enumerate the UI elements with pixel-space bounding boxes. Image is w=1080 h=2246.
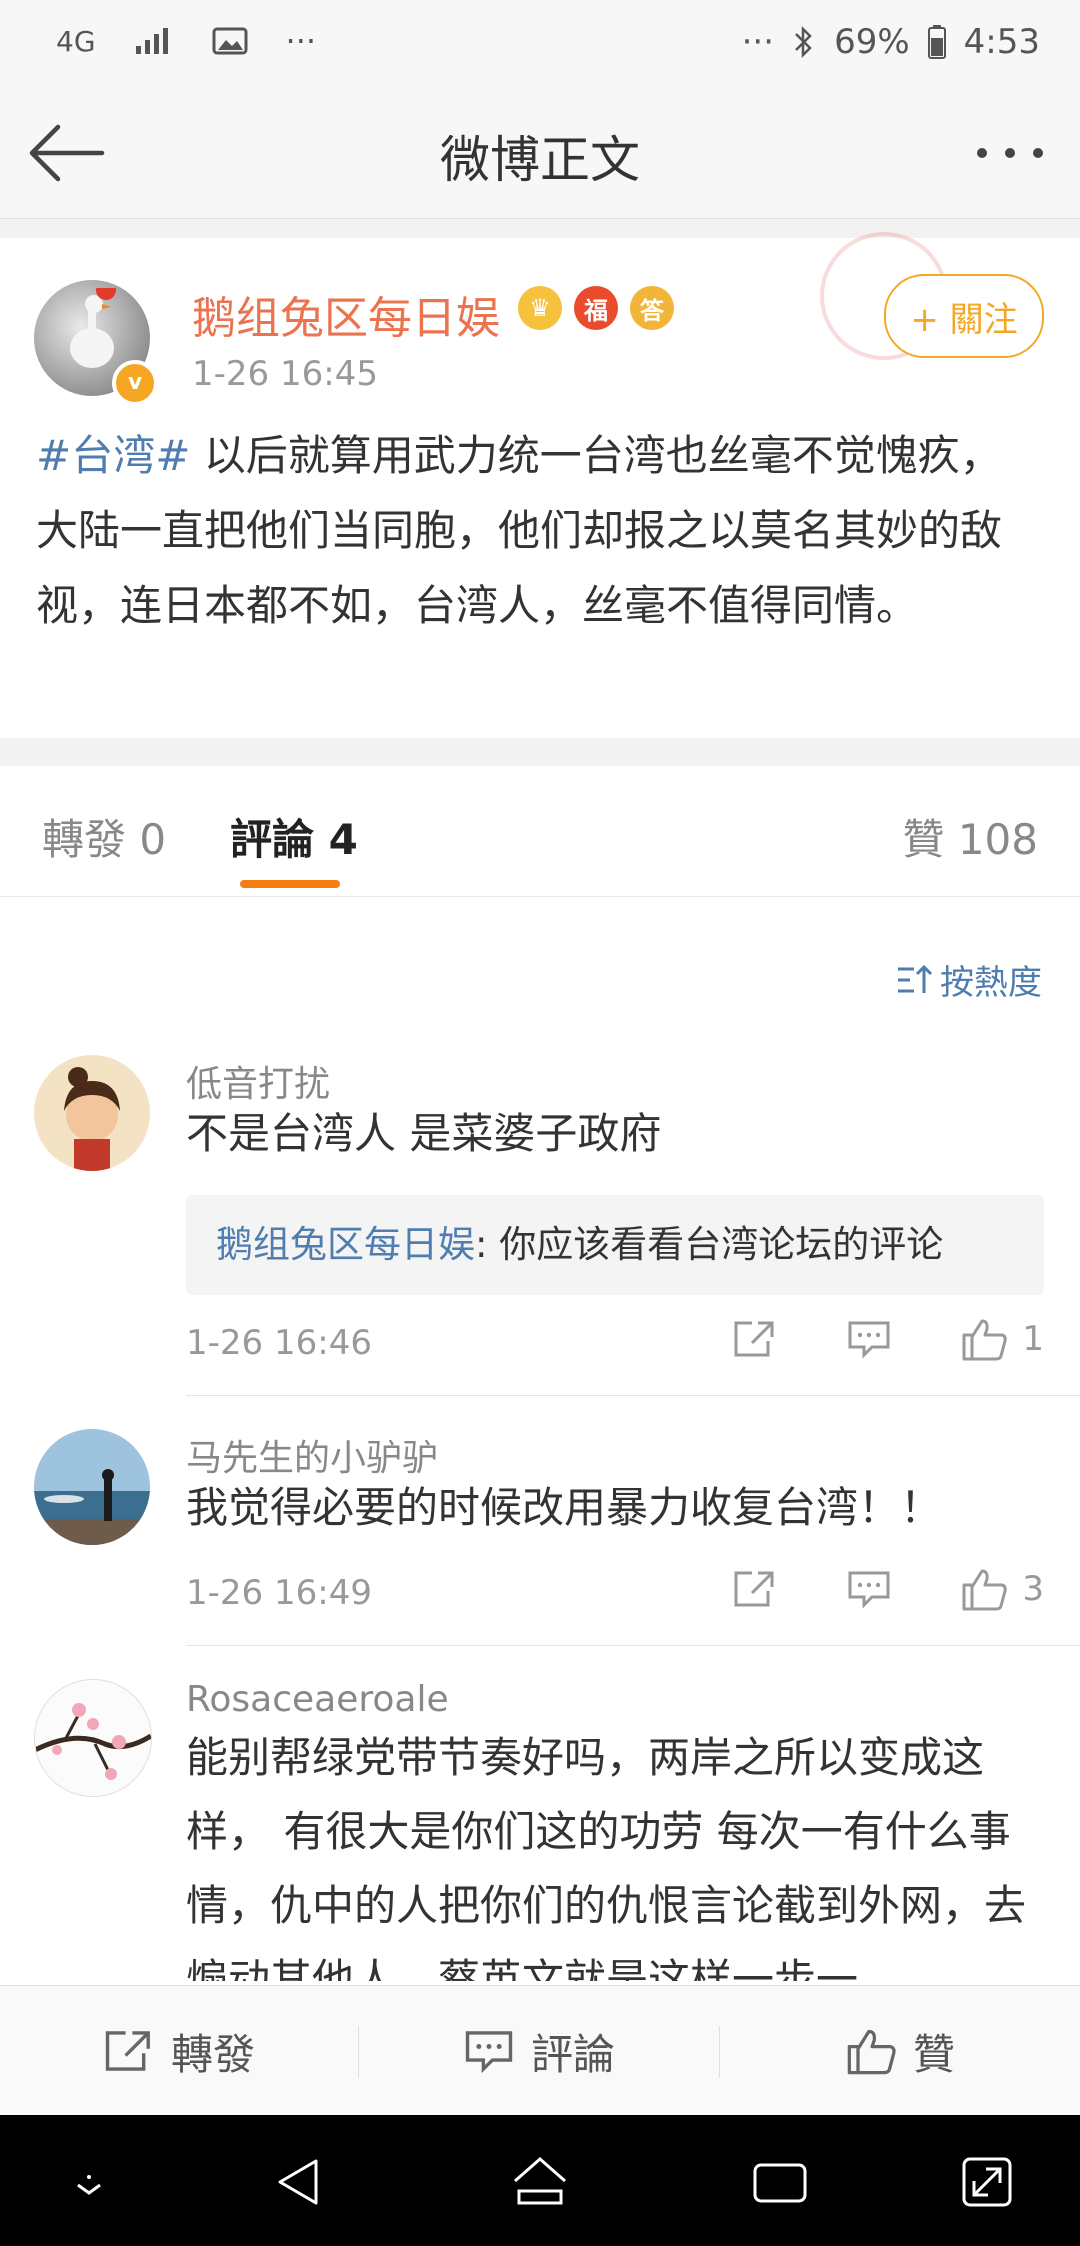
like-button[interactable]: 1 bbox=[960, 1317, 1044, 1361]
goose-icon bbox=[70, 288, 116, 368]
comment-divider bbox=[186, 1645, 1080, 1646]
comment-actions: 3 bbox=[732, 1567, 1044, 1611]
crown-badge-icon: ♛ bbox=[518, 286, 562, 330]
answer-badge-icon: 答 bbox=[630, 286, 674, 330]
nav-bar: 微博正文 bbox=[0, 88, 1080, 219]
sort-label: 按熱度 bbox=[940, 963, 1042, 1003]
notification-more-right: ··· bbox=[741, 22, 775, 62]
repost-label: 轉發 bbox=[170, 2029, 255, 2079]
verified-badge-icon: v bbox=[112, 360, 158, 406]
sort-button[interactable]: 按熱度 bbox=[896, 955, 1042, 1004]
like-post-button[interactable]: 贊 bbox=[720, 1986, 1080, 2116]
tab-like[interactable]: 贊 108 bbox=[902, 806, 1038, 867]
topic-link[interactable]: #台湾# bbox=[36, 431, 190, 480]
bottom-action-bar: 轉發 評論 贊 bbox=[0, 1985, 1080, 2116]
tab-repost[interactable]: 轉發 0 bbox=[42, 806, 166, 867]
comment-icon[interactable] bbox=[846, 1569, 892, 1609]
comment-time: 1-26 16:49 bbox=[186, 1573, 372, 1613]
thumbs-up-icon bbox=[962, 1569, 1008, 1611]
hide-keyboard-icon[interactable] bbox=[54, 2147, 124, 2217]
recent-apps-icon[interactable] bbox=[745, 2147, 815, 2217]
comment-text: 不是台湾人 是菜婆子政府 bbox=[186, 1109, 662, 1158]
commenter-name[interactable]: Rosaceaeroale bbox=[186, 1679, 449, 1720]
notification-more: ··· bbox=[285, 22, 317, 60]
commenter-avatar[interactable] bbox=[34, 1429, 150, 1545]
battery-icon bbox=[927, 25, 946, 59]
system-navigation-bar bbox=[0, 2115, 1080, 2246]
reply-author[interactable]: 鹅组兔区每日娱 bbox=[216, 1223, 475, 1266]
comment-text: 我觉得必要的时候改用暴力收复台湾！！ bbox=[186, 1483, 943, 1532]
comment-divider bbox=[186, 1395, 1080, 1396]
like-button[interactable]: 3 bbox=[960, 1567, 1044, 1611]
comment-icon[interactable] bbox=[846, 1319, 892, 1359]
status-bar: 4G ··· ··· 69% 4:53 bbox=[0, 0, 1080, 88]
follow-label: + 關注 bbox=[910, 299, 1018, 340]
page-title: 微博正文 bbox=[440, 131, 640, 189]
comment-item: 马先生的小驴驴 我觉得必要的时候改用暴力收复台湾！！ 1-26 16:49 3 bbox=[0, 1429, 1080, 1659]
repost-button[interactable]: 轉發 bbox=[0, 1986, 358, 2116]
comment-button[interactable]: 評論 bbox=[359, 1986, 719, 2116]
bluetooth-icon bbox=[792, 24, 816, 60]
repost-icon bbox=[105, 2031, 150, 2071]
like-count: 1 bbox=[1022, 1319, 1044, 1359]
comment-text: 能别帮绿党带节奏好吗，两岸之所以变成这样， 有很大是你们这的功劳 每次一有什么事… bbox=[186, 1733, 1027, 1981]
reply-preview[interactable]: 鹅组兔区每日娱: 你应该看看台湾论坛的评论 bbox=[186, 1195, 1044, 1295]
commenter-avatar[interactable] bbox=[34, 1055, 150, 1171]
reply-text: : 你应该看看台湾论坛的评论 bbox=[475, 1223, 944, 1266]
comment-item: 低音打扰 不是台湾人 是菜婆子政府 鹅组兔区每日娱: 你应该看看台湾论坛的评论 … bbox=[0, 1055, 1080, 1396]
author-name[interactable]: 鹅组兔区每日娱 bbox=[192, 282, 500, 346]
expand-icon[interactable] bbox=[952, 2147, 1022, 2217]
share-icon[interactable] bbox=[732, 1569, 778, 1609]
comment-item: Rosaceaeroale 能别帮绿党带节奏好吗，两岸之所以变成这样， 有很大是… bbox=[0, 1679, 1080, 1999]
battery-level: 69% bbox=[834, 22, 910, 62]
user-badges: ♛ 福 答 bbox=[518, 286, 674, 330]
weibo-post: v 鹅组兔区每日娱 ♛ 福 答 1-26 16:45 + 關注 #台湾# 以后就… bbox=[0, 232, 1080, 738]
post-time: 1-26 16:45 bbox=[192, 354, 378, 394]
fortune-badge-icon: 福 bbox=[574, 286, 618, 330]
follow-button[interactable]: + 關注 bbox=[884, 274, 1044, 358]
thumbs-up-icon bbox=[962, 1319, 1008, 1361]
tab-comment[interactable]: 評論 4 bbox=[230, 806, 358, 867]
comment-actions: 1 bbox=[732, 1317, 1044, 1361]
thumbs-up-icon bbox=[847, 2029, 896, 2075]
network-indicator: 4G bbox=[56, 24, 96, 58]
image-icon bbox=[212, 26, 248, 56]
like-label: 贊 bbox=[912, 2029, 955, 2079]
comment-bubble-icon bbox=[465, 2031, 513, 2074]
share-icon[interactable] bbox=[732, 1319, 778, 1359]
active-tab-indicator bbox=[240, 880, 340, 888]
post-content: #台湾# 以后就算用武力统一台湾也丝毫不觉愧疚，大陆一直把他们当同胞，他们却报之… bbox=[36, 418, 1036, 643]
interaction-tabs: 轉發 0 評論 4 贊 108 bbox=[0, 766, 1080, 897]
like-count: 3 bbox=[1022, 1569, 1044, 1609]
comment-time: 1-26 16:46 bbox=[186, 1323, 372, 1363]
clock: 4:53 bbox=[963, 22, 1040, 62]
home-icon[interactable] bbox=[505, 2147, 575, 2217]
back-triangle-icon[interactable] bbox=[266, 2147, 336, 2217]
comment-list: 按熱度 低音打扰 不是台湾人 是菜婆子政府 鹅组兔区每日娱: 你应该看看台湾论坛… bbox=[0, 897, 1080, 1987]
commenter-avatar[interactable] bbox=[34, 1679, 152, 1797]
more-options-icon[interactable] bbox=[970, 128, 1050, 178]
sort-icon bbox=[898, 964, 932, 993]
signal-icon bbox=[134, 26, 174, 56]
comment-label: 評論 bbox=[530, 2029, 615, 2079]
